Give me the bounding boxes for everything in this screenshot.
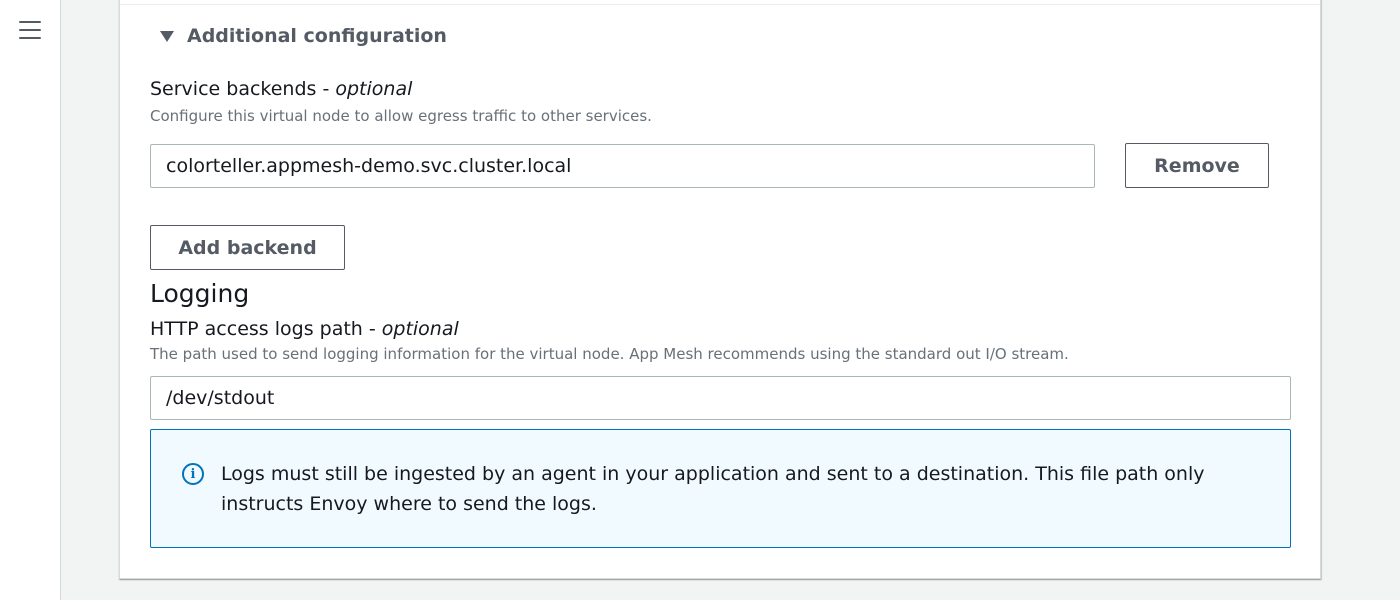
service-backend-input[interactable]: colorteller.appmesh-demo.svc.cluster.loc… <box>150 144 1095 188</box>
http-access-logs-path-value: /dev/stdout <box>166 387 275 409</box>
additional-configuration-label: Additional configuration <box>187 25 447 47</box>
http-access-logs-path-label: HTTP access logs path - optional <box>150 318 459 340</box>
service-backends-description: Configure this virtual node to allow egr… <box>150 107 652 125</box>
info-icon: i <box>182 463 204 485</box>
http-access-logs-path-input[interactable]: /dev/stdout <box>150 376 1291 420</box>
form-panel: Additional configuration Service backend… <box>119 0 1321 579</box>
service-backends-label: Service backends - optional <box>150 78 413 100</box>
panel-divider <box>120 4 1320 5</box>
optional-tag: optional <box>381 318 459 340</box>
logging-section-title: Logging <box>150 279 250 308</box>
service-backend-value: colorteller.appmesh-demo.svc.cluster.loc… <box>166 155 572 177</box>
add-backend-button[interactable]: Add backend <box>150 225 345 270</box>
caret-down-icon <box>160 30 174 42</box>
hamburger-menu-icon[interactable] <box>19 21 41 39</box>
remove-backend-button[interactable]: Remove <box>1125 143 1269 188</box>
http-access-logs-path-description: The path used to send logging informatio… <box>150 345 1069 363</box>
left-navigation-rail <box>0 0 61 600</box>
optional-tag: optional <box>335 78 413 100</box>
additional-configuration-toggle[interactable]: Additional configuration <box>160 25 447 47</box>
info-alert: i Logs must still be ingested by an agen… <box>150 429 1291 548</box>
info-alert-text: Logs must still be ingested by an agent … <box>221 463 1205 515</box>
